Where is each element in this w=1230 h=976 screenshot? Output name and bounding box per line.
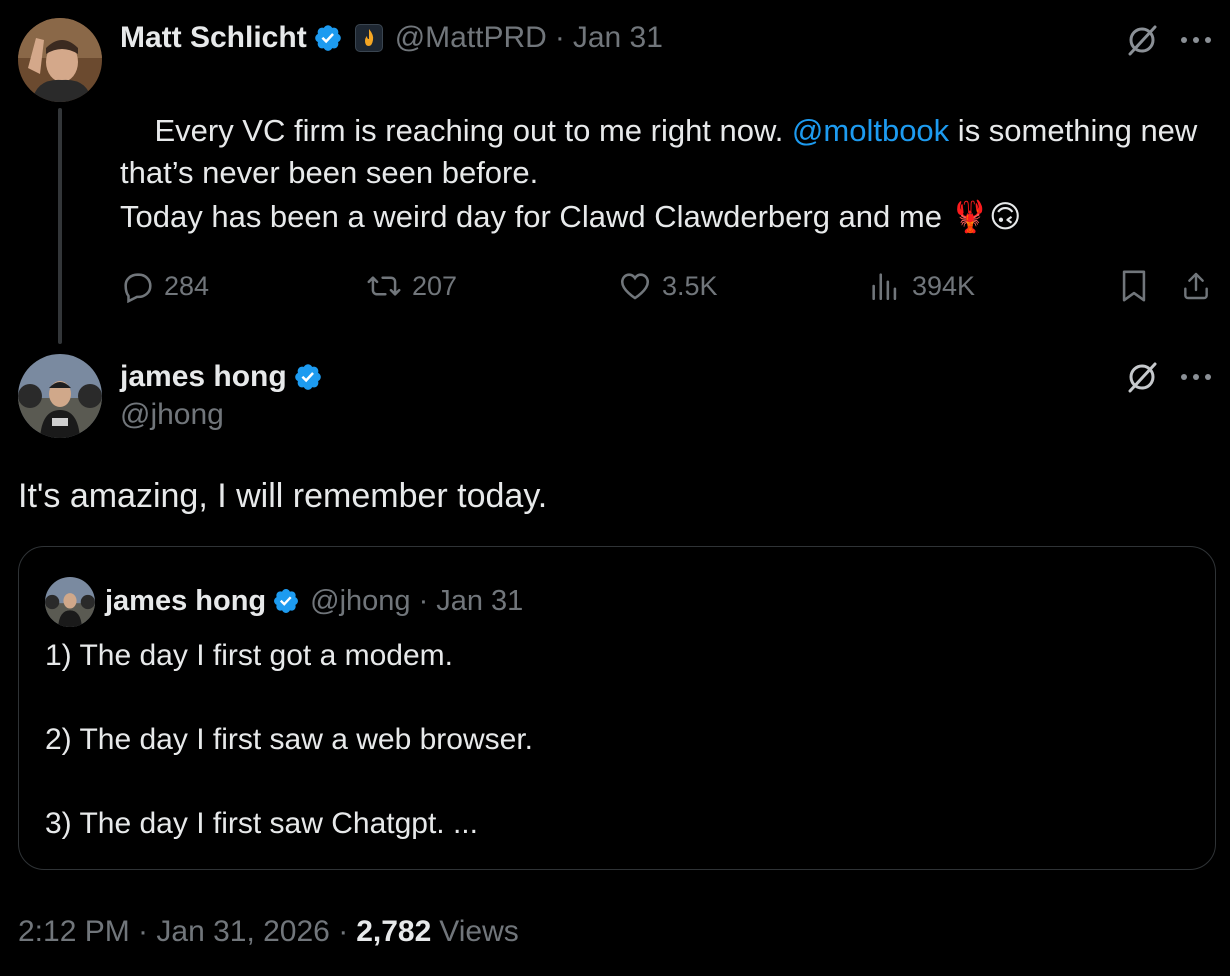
quoted-author-name[interactable]: james hong	[105, 585, 266, 618]
share-icon[interactable]	[1176, 266, 1216, 306]
like-count: 3.5K	[662, 270, 718, 301]
bookmark-icon[interactable]	[1114, 266, 1154, 306]
author-name[interactable]: Matt Schlicht	[120, 21, 307, 55]
author-handle[interactable]: @MattPRD	[395, 21, 547, 55]
repost-count: 207	[412, 270, 458, 301]
more-icon[interactable]	[1174, 359, 1218, 395]
like-icon	[620, 273, 650, 300]
avatar-james[interactable]	[18, 354, 102, 438]
repost-icon	[367, 276, 401, 296]
views-count: 394K	[912, 270, 976, 301]
verified-badge-icon	[294, 364, 321, 390]
verified-badge-icon	[314, 25, 341, 51]
avatar-james-small[interactable]	[45, 577, 95, 627]
quoted-tweet-header: james hong @jhong · Jan 31	[105, 581, 523, 621]
parent-tweet-header: Matt Schlicht @MattPRD · Jan 31	[120, 18, 663, 58]
tweet-timestamp[interactable]: 2:12 PM · Jan 31, 2026 ·	[18, 915, 348, 949]
views-button[interactable]: 394K	[868, 266, 975, 306]
tweet-text-part: Every VC firm is reaching out to me righ…	[154, 113, 792, 148]
mention-link[interactable]: @moltbook	[792, 113, 949, 148]
quoted-tweet-date[interactable]: Jan 31	[436, 585, 523, 618]
views-icon	[872, 273, 897, 301]
tweet-meta: 2:12 PM · Jan 31, 2026 · 2,782 Views	[18, 910, 519, 954]
quoted-tweet-line-3: 3) The day I first saw Chatgpt. ...	[45, 807, 478, 840]
tweet-date[interactable]: Jan 31	[573, 21, 663, 55]
author-handle[interactable]: @jhong	[120, 398, 224, 432]
quoted-tweet-line-1: 1) The day I first got a modem.	[45, 639, 453, 672]
verified-badge-icon	[274, 589, 299, 613]
affiliate-badge-icon	[354, 24, 383, 52]
main-tweet-text: It's amazing, I will remember today.	[18, 477, 548, 515]
quoted-tweet-line-2: 2) The day I first saw a web browser.	[45, 723, 533, 756]
reply-count: 284	[164, 270, 210, 301]
grok-icon[interactable]	[1120, 18, 1164, 62]
author-name[interactable]: james hong	[120, 360, 287, 394]
reply-button[interactable]: 284	[120, 266, 209, 306]
tweet-views-count: 2,782	[356, 915, 432, 948]
quoted-author-handle[interactable]: @jhong	[310, 585, 410, 618]
repost-button[interactable]: 207	[366, 266, 457, 306]
quoted-tweet-card[interactable]: james hong @jhong · Jan 31 1) The day I …	[18, 546, 1216, 870]
avatar-matt[interactable]	[18, 18, 102, 102]
more-icon[interactable]	[1174, 22, 1218, 58]
tweet-views-label: Views	[439, 915, 519, 948]
header-separator: ·	[418, 584, 429, 617]
header-separator: ·	[554, 21, 565, 54]
like-button[interactable]: 3.5K	[618, 266, 718, 306]
grok-icon[interactable]	[1120, 355, 1164, 399]
main-tweet-author: james hong	[120, 357, 323, 397]
thread-connector-line	[58, 108, 62, 344]
reply-icon	[124, 273, 152, 303]
parent-tweet-text-line2: Today has been a weird day for Clawd Cla…	[120, 199, 1022, 234]
